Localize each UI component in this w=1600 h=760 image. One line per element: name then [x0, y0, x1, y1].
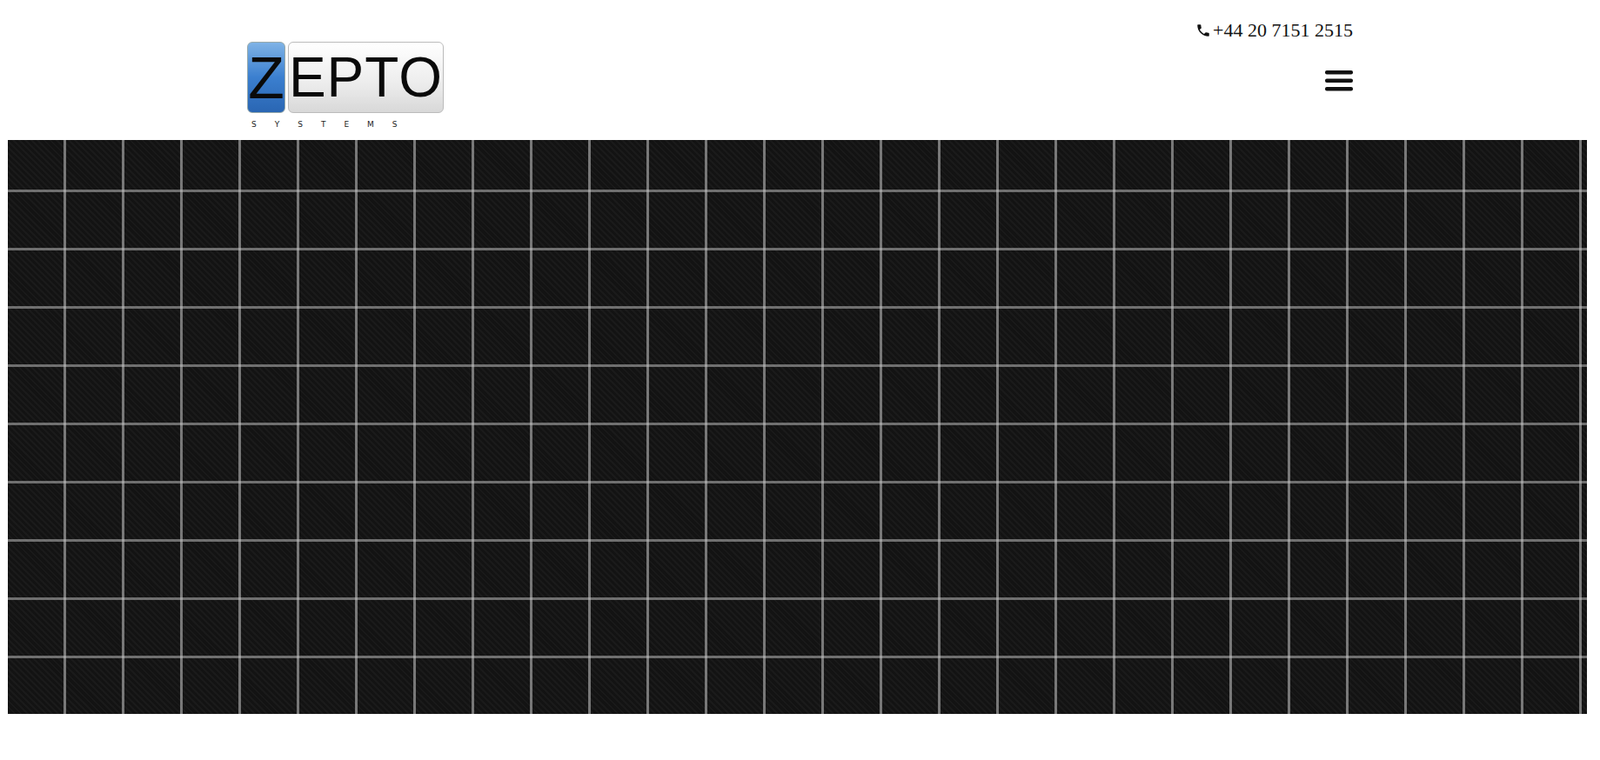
- menu-button[interactable]: [1325, 69, 1353, 93]
- logo-word: EPTO: [287, 41, 444, 114]
- phone-number: +44 20 7151 2515: [1212, 19, 1353, 42]
- logo-tagline: SYSTEMS: [247, 120, 444, 129]
- logo[interactable]: Z EPTO SYSTEMS: [247, 0, 444, 141]
- header-actions: +44 20 7151 2515: [1195, 0, 1353, 141]
- logo-mark-row: Z EPTO: [247, 41, 444, 114]
- phone-contact[interactable]: +44 20 7151 2515: [1195, 19, 1353, 42]
- hero-banner: [7, 140, 1587, 715]
- logo-mark: Z: [247, 41, 286, 114]
- phone-icon: [1195, 22, 1212, 39]
- site-header: Z EPTO SYSTEMS +44 20 7151 2515: [247, 0, 1353, 141]
- hamburger-icon: [1325, 69, 1353, 93]
- page: Z EPTO SYSTEMS +44 20 7151 2515: [0, 0, 1600, 760]
